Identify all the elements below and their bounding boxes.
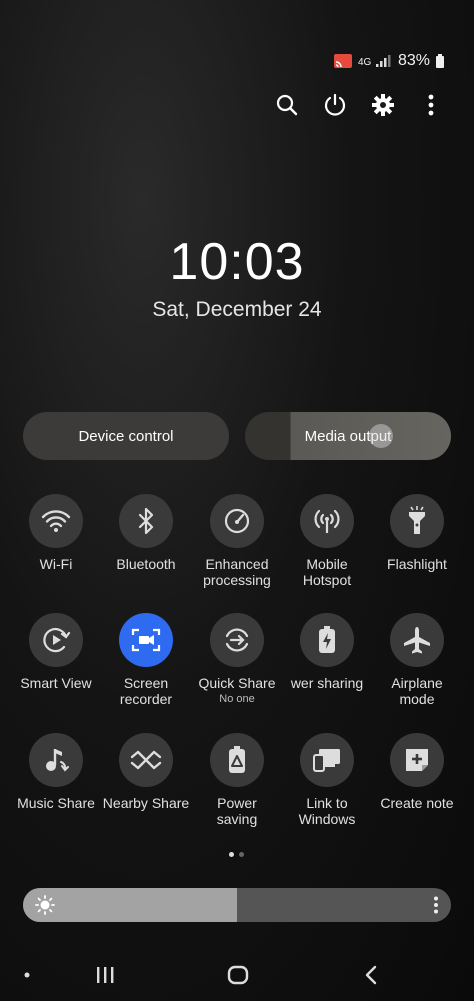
tile-mobile-hotspot-button[interactable]	[300, 494, 354, 548]
tile-power-sharing-label: wer sharing	[290, 675, 364, 691]
device-control-label: Device control	[78, 427, 174, 445]
home-icon[interactable]	[224, 960, 252, 990]
tile-wifi-button[interactable]	[29, 494, 83, 548]
tile-music-share-label: Music Share	[17, 795, 95, 811]
tile-power-saving[interactable]: Power saving	[192, 733, 282, 827]
tile-link-to-windows-button[interactable]	[300, 733, 354, 787]
tile-power-sharing-button[interactable]	[300, 613, 354, 667]
sun-icon	[35, 895, 55, 915]
tile-flashlight-label: Flashlight	[387, 556, 447, 572]
tile-quick-share[interactable]: Quick Share No one	[192, 613, 282, 705]
tile-power-saving-label: Power saving	[216, 795, 258, 827]
tile-link-to-windows[interactable]: Link to Windows	[282, 733, 372, 827]
power-icon[interactable]	[322, 92, 348, 118]
tile-screen-recorder[interactable]: Screen recorder	[101, 613, 191, 707]
tile-create-note-button[interactable]	[390, 733, 444, 787]
tile-nearby-share-button[interactable]	[119, 733, 173, 787]
tile-music-share[interactable]: Music Share	[11, 733, 101, 811]
link-windows-icon	[313, 749, 340, 772]
tile-quick-share-label: Quick Share	[198, 675, 276, 691]
battery-percent: 83%	[397, 52, 430, 69]
hotspot-icon	[314, 509, 340, 533]
create-note-icon	[406, 749, 428, 771]
page-indicator	[229, 852, 244, 857]
page-dot-1[interactable]	[229, 852, 234, 857]
tile-music-share-button[interactable]	[29, 733, 83, 787]
cast-icon	[333, 54, 352, 68]
recent-apps-icon[interactable]	[92, 960, 118, 990]
tile-nearby-share[interactable]: Nearby Share	[101, 733, 191, 811]
tile-screen-recorder-label: Screen recorder	[119, 675, 173, 707]
tile-power-saving-button[interactable]	[210, 733, 264, 787]
svg-text:4G: 4G	[358, 57, 372, 68]
tile-flashlight[interactable]: Flashlight	[372, 494, 462, 572]
clock-date: Sat, December 24	[152, 298, 322, 321]
screen-recorder-icon	[131, 628, 161, 652]
tile-quick-share-button[interactable]	[210, 613, 264, 667]
brightness-level	[23, 888, 237, 922]
tile-create-note[interactable]: Create note	[372, 733, 462, 811]
brightness-more-icon[interactable]	[433, 896, 439, 914]
page-dot-2[interactable]	[239, 852, 244, 857]
wifi-icon	[41, 510, 71, 532]
device-control-button[interactable]: Device control	[23, 412, 229, 460]
tile-enhanced-processing-button[interactable]	[210, 494, 264, 548]
bluetooth-icon	[138, 507, 154, 535]
brightness-slider[interactable]	[23, 888, 451, 922]
navigation-bar	[0, 960, 474, 990]
tile-power-sharing[interactable]: wer sharing	[282, 613, 372, 691]
search-icon[interactable]	[274, 92, 300, 118]
nearby-share-icon	[130, 750, 162, 770]
back-icon[interactable]	[360, 960, 382, 990]
power-sharing-icon	[319, 626, 335, 653]
quick-share-icon	[225, 628, 249, 652]
tile-smart-view-button[interactable]	[29, 613, 83, 667]
status-bar: 4G 83%	[333, 52, 444, 70]
tile-airplane-mode-label: Airplane mode	[391, 675, 443, 707]
music-share-icon	[46, 749, 69, 772]
tile-nearby-share-label: Nearby Share	[102, 795, 190, 811]
more-options-icon[interactable]	[418, 92, 444, 118]
battery-icon	[436, 54, 444, 68]
touch-indicator	[369, 424, 393, 448]
tile-create-note-label: Create note	[380, 795, 454, 811]
tile-link-to-windows-label: Link to Windows	[298, 795, 356, 827]
tile-bluetooth-button[interactable]	[119, 494, 173, 548]
tile-bluetooth-label: Bluetooth	[116, 556, 176, 572]
tile-mobile-hotspot-label: Mobile Hotspot	[302, 556, 352, 588]
nav-dot-icon	[20, 960, 34, 990]
tile-bluetooth[interactable]: Bluetooth	[101, 494, 191, 572]
clock-time: 10:03	[169, 233, 305, 291]
airplane-icon	[404, 627, 430, 654]
tile-wifi-label: Wi-Fi	[39, 556, 73, 572]
tile-enhanced-processing-label: Enhanced processing	[203, 556, 271, 588]
tile-airplane-mode-button[interactable]	[390, 613, 444, 667]
panel-actions	[274, 92, 444, 118]
tile-airplane-mode[interactable]: Airplane mode	[372, 613, 462, 707]
tile-screen-recorder-button[interactable]	[119, 613, 173, 667]
power-saving-icon	[229, 746, 245, 773]
flashlight-icon	[409, 506, 425, 534]
tile-quick-share-status: No one	[219, 693, 255, 705]
tile-enhanced-processing[interactable]: Enhanced processing	[192, 494, 282, 588]
tile-flashlight-button[interactable]	[390, 494, 444, 548]
gear-icon[interactable]	[370, 92, 396, 118]
smart-view-icon	[43, 628, 71, 653]
media-output-button[interactable]: Media output	[245, 412, 451, 460]
tile-smart-view-label: Smart View	[20, 675, 92, 691]
tile-wifi[interactable]: Wi-Fi	[11, 494, 101, 572]
lte-signal-icon: 4G	[358, 55, 391, 68]
gauge-icon	[224, 508, 250, 534]
tile-smart-view[interactable]: Smart View	[11, 613, 101, 691]
tile-mobile-hotspot[interactable]: Mobile Hotspot	[282, 494, 372, 588]
